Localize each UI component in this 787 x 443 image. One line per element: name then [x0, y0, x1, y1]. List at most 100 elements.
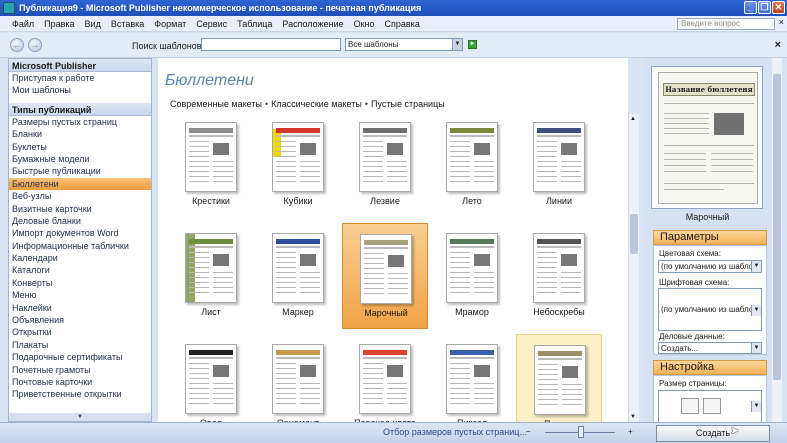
page-size-icon	[681, 398, 699, 414]
template-label: Маркер	[282, 307, 314, 317]
template-tile[interactable]: Линии	[516, 112, 602, 218]
publication-type-item[interactable]: Почтовые карточки	[9, 376, 151, 388]
publication-type-item[interactable]: Импорт документов Word	[9, 227, 151, 239]
menu-item-9[interactable]: Справка	[380, 19, 425, 29]
template-tile[interactable]: Маркер	[255, 223, 341, 329]
page-size-dropdown[interactable]: ▼	[658, 390, 762, 422]
publication-type-item[interactable]: Календари	[9, 252, 151, 264]
template-tile[interactable]: Переход цвета	[342, 334, 428, 422]
template-tile[interactable]: Кубики	[255, 112, 341, 218]
publication-type-item[interactable]: Меню	[9, 289, 151, 301]
lp-header-publisher: Microsoft Publisher	[9, 59, 151, 72]
close-document-icon[interactable]: ×	[779, 17, 784, 27]
chevron-down-icon[interactable]: ▼	[452, 39, 462, 50]
menu-item-5[interactable]: Сервис	[191, 19, 232, 29]
publication-type-item[interactable]: Бумажные модели	[9, 153, 151, 165]
chevron-down-icon[interactable]: ▼	[751, 343, 761, 353]
template-tile[interactable]: Овал	[168, 334, 254, 422]
window-title: Публикация9 - Microsoft Publisher некомм…	[19, 3, 422, 13]
template-tile[interactable]: Лист	[168, 223, 254, 329]
font-scheme-dropdown[interactable]: (по умолчанию из шаблона) ▼	[658, 288, 762, 331]
template-tile[interactable]: Пласты	[516, 334, 602, 422]
publication-type-item[interactable]: Каталоги	[9, 264, 151, 276]
setup-header[interactable]: Настройка	[653, 360, 767, 375]
lp-link-0[interactable]: Приступая к работе	[9, 72, 151, 84]
scroll-up-icon[interactable]: ▲	[630, 116, 636, 122]
color-scheme-label: Цветовая схема:	[659, 249, 721, 258]
template-tile[interactable]: Крестики	[168, 112, 254, 218]
search-go-icon[interactable]: ►	[468, 40, 477, 49]
minimize-button[interactable]: _	[744, 1, 757, 14]
menu-item-7[interactable]: Расположение	[277, 19, 348, 29]
zoom-slider-thumb[interactable]	[578, 426, 584, 438]
template-thumbnail	[185, 122, 237, 192]
template-tile[interactable]: Марочный	[342, 223, 428, 329]
menu-bar: Файл Правка Вид Вставка Формат Сервис Таблица Р…	[0, 16, 787, 32]
menu-item-6[interactable]: Таблица	[232, 19, 277, 29]
chevron-down-icon[interactable]: ▼	[751, 261, 761, 272]
publication-type-item[interactable]: Приветственные открытки	[9, 388, 151, 400]
forward-arrow-icon[interactable]: →	[28, 38, 42, 52]
menu-item-4[interactable]: Формат	[149, 19, 191, 29]
template-tile[interactable]: Пиксел	[429, 334, 515, 422]
search-scope-dropdown[interactable]: Все шаблоны ▼	[345, 38, 463, 51]
publication-type-item[interactable]: Визитные карточки	[9, 203, 151, 215]
menu-item-0[interactable]: Файл	[0, 19, 39, 29]
filter-link-1[interactable]: Классические макеты	[271, 99, 362, 109]
publication-type-item[interactable]: Размеры пустых страниц	[9, 116, 151, 128]
restore-button[interactable]: ❐	[758, 1, 771, 14]
business-data-label: Деловые данные:	[659, 332, 725, 341]
publication-type-item[interactable]: Открытки	[9, 326, 151, 338]
template-search-input[interactable]	[201, 38, 341, 51]
close-button[interactable]: ✕	[772, 1, 785, 14]
filter-link-0[interactable]: Современные макеты	[170, 99, 262, 109]
customize-scroll-thumb[interactable]	[773, 74, 781, 380]
template-toolbar: ← → Поиск шаблонов: Все шаблоны ▼ ► ×	[0, 33, 787, 58]
color-scheme-dropdown[interactable]: (по умолчанию из шаблона) ▼	[658, 260, 762, 273]
menu-item-8[interactable]: Окно	[349, 19, 380, 29]
template-tile[interactable]: Орнамент	[255, 334, 341, 422]
params-header[interactable]: Параметры	[653, 230, 767, 245]
publication-type-item[interactable]: Объявления	[9, 314, 151, 326]
create-button[interactable]: Создать	[656, 425, 770, 442]
publication-type-item[interactable]: Веб-узлы	[9, 190, 151, 202]
publication-type-item[interactable]: Плакаты	[9, 339, 151, 351]
gallery-scroll-thumb[interactable]	[630, 214, 638, 254]
template-label: Кубики	[283, 196, 313, 206]
template-tile[interactable]: Мрамор	[429, 223, 515, 329]
publication-type-item[interactable]: Бюллетени	[9, 177, 151, 191]
template-tile[interactable]: Лезвие	[342, 112, 428, 218]
ask-question-input[interactable]: Введите вопрос	[677, 18, 775, 30]
publication-type-item[interactable]: Информационные таблички	[9, 240, 151, 252]
menu-item-3[interactable]: Вставка	[106, 19, 149, 29]
chevron-down-icon[interactable]: ▼	[751, 305, 761, 316]
publication-type-item[interactable]: Бланки	[9, 128, 151, 140]
chevron-down-icon[interactable]: ▼	[751, 401, 761, 412]
publication-type-item[interactable]: Быстрые публикации	[9, 165, 151, 177]
back-arrow-icon[interactable]: ←	[10, 38, 24, 52]
zoom-in-icon[interactable]: +	[628, 427, 633, 436]
template-label: Лист	[201, 307, 221, 317]
close-task-pane-icon[interactable]: ×	[775, 39, 781, 51]
publisher-app-icon	[3, 2, 15, 14]
zoom-out-icon[interactable]: −	[526, 427, 531, 436]
publication-type-item[interactable]: Подарочные сертификаты	[9, 351, 151, 363]
scroll-down-icon[interactable]: ▼	[9, 413, 151, 421]
publication-type-item[interactable]: Деловые бланки	[9, 215, 151, 227]
lp-link-1[interactable]: Мои шаблоны	[9, 84, 151, 96]
filter-link-2[interactable]: Пустые страницы	[371, 99, 445, 109]
publication-type-item[interactable]: Наклейки	[9, 302, 151, 314]
gallery-scrollbar[interactable]: ▲ ▼	[628, 114, 639, 422]
menu-item-1[interactable]: Правка	[39, 19, 79, 29]
customize-pane-scrollbar[interactable]	[772, 58, 782, 422]
scroll-down-icon[interactable]: ▼	[630, 414, 636, 420]
template-tile[interactable]: Лето	[429, 112, 515, 218]
business-data-dropdown[interactable]: Создать... ▼	[658, 342, 762, 354]
publication-type-item[interactable]: Буклеты	[9, 141, 151, 153]
title-bar: Публикация9 - Microsoft Publisher некомм…	[0, 0, 787, 16]
template-tile[interactable]: Небоскребы	[516, 223, 602, 329]
publication-type-item[interactable]: Почетные грамоты	[9, 364, 151, 376]
status-text[interactable]: Отбор размеров пустых страниц...	[383, 427, 527, 437]
publication-type-item[interactable]: Конверты	[9, 277, 151, 289]
menu-item-2[interactable]: Вид	[80, 19, 106, 29]
